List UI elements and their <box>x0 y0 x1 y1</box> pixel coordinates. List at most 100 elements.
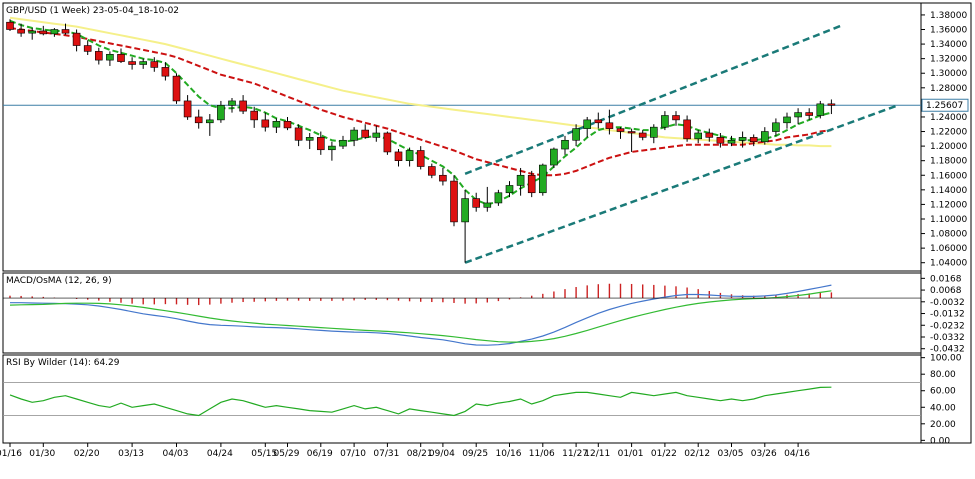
x-tick-label: 01/30 <box>29 449 55 459</box>
candle-up <box>50 29 59 35</box>
candle-down <box>61 29 70 34</box>
candle-down <box>83 45 92 52</box>
candle-down <box>394 151 403 161</box>
candle-down <box>17 29 25 34</box>
candle-up <box>794 112 802 118</box>
candle-down <box>638 132 647 138</box>
rsi-y-tick-label: 80.00 <box>930 370 956 380</box>
price-y-tick-label: 1.14000 <box>930 186 967 196</box>
candle-down <box>705 132 714 138</box>
price-y-tick-label: 1.04000 <box>930 259 967 269</box>
candle-down <box>383 132 392 153</box>
candle-up <box>305 137 314 141</box>
rsi-y-tick-label: 0.00 <box>930 436 950 446</box>
candle-up <box>694 132 703 140</box>
x-tick-label: 02/12 <box>684 449 710 459</box>
candle-up <box>494 192 503 204</box>
price-y-tick-label: 1.08000 <box>930 230 967 240</box>
candle-up <box>649 126 658 138</box>
candle-down <box>183 100 192 118</box>
candle-up <box>483 202 492 208</box>
rsi-y-tick-label: 60.00 <box>930 387 956 397</box>
rsi-panel[interactable] <box>2 354 922 444</box>
x-tick-label: 04/24 <box>207 449 233 459</box>
candle-down <box>416 150 425 167</box>
candle-up <box>28 30 37 34</box>
candle-up <box>583 119 592 129</box>
candle-down <box>117 53 125 62</box>
candle-down <box>716 137 725 144</box>
candle-down <box>161 67 170 77</box>
macd-label: MACD/OsMA (12, 26, 9) <box>6 276 112 286</box>
candle-down <box>805 112 814 116</box>
rsi-y-tick-label: 100.00 <box>930 354 962 364</box>
macd-y-tick-label: 0.0068 <box>930 286 962 296</box>
candle-down <box>72 32 81 46</box>
x-tick-label: 01/16 <box>0 449 22 459</box>
candle-up <box>816 103 825 116</box>
candle-down <box>6 21 14 30</box>
price-y-tick-label: 1.20000 <box>930 142 967 152</box>
x-tick-label: 11/06 <box>529 449 555 459</box>
x-tick-label: 04/03 <box>163 449 189 459</box>
candle-down <box>250 110 258 121</box>
candle-down <box>605 122 614 129</box>
candle-up <box>139 61 147 65</box>
candle-up <box>561 139 569 150</box>
price-y-tick-label: 1.10000 <box>930 215 967 225</box>
candle-up <box>550 148 558 166</box>
candle-down <box>294 127 303 141</box>
candle-up <box>538 164 547 194</box>
price-y-tick-label: 1.32000 <box>930 55 967 65</box>
candle-down <box>95 51 103 61</box>
x-tick-label: 06/19 <box>307 449 333 459</box>
macd-y-tick-label: -0.0332 <box>930 333 965 343</box>
x-tick-label: 10/16 <box>496 449 522 459</box>
price-panel[interactable] <box>2 2 922 272</box>
x-tick-label: 04/16 <box>784 449 810 459</box>
candle-down <box>527 174 536 194</box>
candle-up <box>516 174 525 186</box>
macd-y-tick-label: -0.0032 <box>930 298 965 308</box>
candle-down <box>150 61 159 68</box>
candle-down <box>316 137 325 151</box>
candle-down <box>261 119 270 128</box>
candle-up <box>661 115 669 128</box>
candle-up <box>461 198 469 223</box>
x-tick-label: 12/11 <box>584 449 610 459</box>
chart-svg: 1.38000 1.36000 1.34000 1.32000 1.30000 1.280… <box>0 2 972 459</box>
candle-up <box>738 137 747 141</box>
candle-up <box>339 139 347 147</box>
macd-y-tick-label: -0.0232 <box>930 321 965 331</box>
price-y-tick-label: 1.28000 <box>930 84 967 94</box>
candle-down <box>749 137 758 143</box>
candle-down <box>616 128 625 132</box>
rsi-y-tick-label: 20.00 <box>930 420 956 430</box>
chart-window: 1.38000 1.36000 1.34000 1.32000 1.30000 1.280… <box>0 0 975 479</box>
x-tick-label: 01/22 <box>651 449 677 459</box>
candle-down <box>283 121 292 129</box>
candle-down <box>594 119 603 124</box>
candle-up <box>372 132 381 138</box>
current-price-label: 1.25607 <box>926 101 963 111</box>
x-tick-label: 02/20 <box>74 449 100 459</box>
candle-up <box>405 150 414 161</box>
macd-y-tick-label: 0.0168 <box>930 274 962 284</box>
candle-down <box>128 61 136 65</box>
x-tick-label: 03/26 <box>751 449 777 459</box>
price-y-tick-label: 1.24000 <box>930 113 967 123</box>
x-tick-label: 03/05 <box>718 449 744 459</box>
candle-up <box>505 185 514 194</box>
candle-up <box>772 122 780 132</box>
price-y-tick-label: 1.06000 <box>930 244 967 254</box>
x-tick-label: 07/31 <box>373 449 399 459</box>
x-tick-label: 03/13 <box>118 449 144 459</box>
price-y-tick-label: 1.38000 <box>930 11 967 21</box>
price-y-tick-label: 1.16000 <box>930 171 967 181</box>
candle-up <box>350 129 358 141</box>
candle-down <box>827 103 836 106</box>
x-tick-label: 09/25 <box>462 449 488 459</box>
candle-down <box>172 75 181 102</box>
candle-down <box>472 198 481 208</box>
candle-up <box>727 139 736 144</box>
